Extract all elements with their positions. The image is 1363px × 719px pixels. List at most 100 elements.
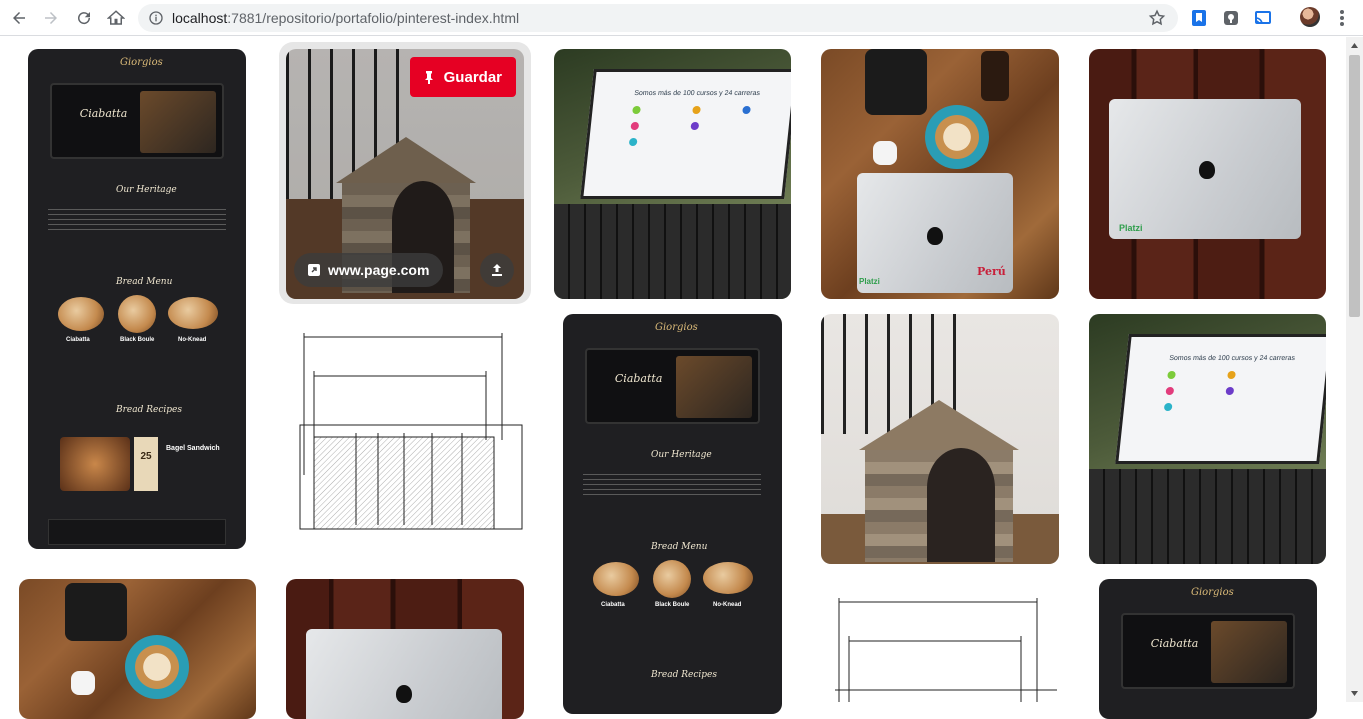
hero-banner: Ciabatta (584, 348, 761, 424)
bookmark-ext-icon[interactable] (1190, 9, 1208, 27)
source-link[interactable]: www.page.com (294, 253, 444, 287)
platzi-sticker: Platzi (859, 277, 880, 286)
address-bar[interactable]: localhost:7881/repositorio/portafolio/pi… (138, 4, 1178, 32)
share-button[interactable] (480, 253, 514, 287)
platzi-sticker: Platzi (1119, 223, 1143, 233)
heritage-heading: Our Heritage (116, 185, 177, 195)
camera-image (65, 583, 127, 641)
airpods-case (873, 141, 897, 165)
brand-logo: Giorgios (1191, 587, 1234, 598)
bread-image (168, 297, 218, 329)
bread-item-label: No-Knead (178, 337, 207, 343)
hero-title: Ciabatta (614, 372, 663, 385)
brand-logo: Giorgios (655, 322, 698, 333)
laptop-keyboard (554, 204, 791, 299)
browser-toolbar: localhost:7881/repositorio/portafolio/pi… (0, 0, 1363, 36)
scroll-down-icon[interactable] (1350, 689, 1359, 698)
bread-image (593, 562, 639, 596)
home-icon (107, 10, 125, 25)
pin-macbook-redwood[interactable] (286, 579, 524, 719)
pin-doghouse[interactable] (821, 314, 1059, 564)
pin-website-mock-2[interactable]: Giorgios Ciabatta Our Heritage Bread Men… (563, 314, 782, 714)
pin-doghouse-hovered[interactable]: Guardar www.page.com (286, 49, 524, 299)
pushpin-icon (424, 71, 433, 84)
upload-icon (492, 264, 502, 276)
course-dot (1225, 387, 1235, 395)
save-button-label: Guardar (443, 68, 502, 86)
url-host: localhost (172, 10, 228, 26)
course-dot (1167, 371, 1177, 379)
laptop-screen-headline: Somos más de 100 cursos y 24 carreras (634, 90, 761, 97)
bread-image (118, 295, 156, 333)
course-dot (632, 106, 642, 114)
pin-workspace-peru[interactable]: Platzi Perú (821, 49, 1059, 299)
reload-button[interactable] (72, 6, 96, 30)
laptop-screen: Somos más de 100 cursos y 24 carreras (1115, 334, 1326, 464)
home-button[interactable] (104, 6, 128, 30)
apple-logo-icon (1199, 161, 1215, 179)
technical-drawing-image (299, 333, 523, 530)
pin-technical-drawing-2[interactable] (821, 590, 1059, 702)
pin-macbook-platzi[interactable]: Platzi (1089, 49, 1326, 299)
page-scrollbar[interactable] (1346, 37, 1363, 702)
peru-sticker: Perú (977, 265, 1006, 278)
profile-avatar[interactable] (1300, 7, 1320, 27)
url-path: :7881/repositorio/portafolio/pinterest-i… (227, 10, 520, 26)
bread-image (703, 562, 753, 594)
course-dot (630, 122, 640, 130)
course-dot (742, 106, 752, 114)
pin-website-mock-3[interactable]: Giorgios Ciabatta (1099, 579, 1317, 719)
back-button[interactable] (7, 6, 31, 30)
bread-menu-heading: Bread Menu (651, 542, 708, 552)
macbook-lid (306, 629, 502, 719)
recipe-number: 25 (134, 437, 158, 491)
site-footer (48, 519, 226, 545)
scroll-thumb[interactable] (1349, 55, 1360, 317)
more-vert-icon[interactable] (1334, 8, 1350, 28)
star-icon[interactable] (1148, 9, 1166, 27)
pin-coffee-desk[interactable] (19, 579, 256, 719)
hero-title: Ciabatta (1150, 637, 1199, 650)
course-dot (1163, 403, 1173, 411)
brand-logo: Giorgios (120, 57, 163, 68)
heritage-heading: Our Heritage (651, 450, 712, 460)
laptop-keyboard (1089, 469, 1326, 564)
bottle-image (981, 51, 1009, 101)
bread-item-label: Ciabatta (601, 602, 625, 608)
scroll-up-icon[interactable] (1350, 41, 1359, 50)
bread-menu-heading: Bread Menu (116, 277, 173, 287)
pocket-ext-icon[interactable] (1222, 9, 1240, 27)
coffee-cup-image (125, 635, 189, 699)
course-dot (1165, 387, 1175, 395)
course-dot (692, 106, 702, 114)
pin-laptop-platzi[interactable]: Somos más de 100 cursos y 24 carreras (554, 49, 791, 299)
bread-image (653, 560, 691, 598)
hero-title: Ciabatta (79, 107, 128, 120)
pin-website-mock[interactable]: Giorgios Ciabatta Our Heritage Bread Men… (28, 49, 246, 549)
bread-recipes-heading: Bread Recipes (651, 670, 717, 680)
doghouse-door (927, 448, 995, 562)
save-button[interactable]: Guardar (409, 57, 516, 97)
course-dot (1227, 371, 1237, 379)
course-dot (628, 138, 638, 146)
source-link-text: www.page.com (328, 262, 430, 278)
apple-logo-icon (396, 685, 412, 703)
bread-recipes-heading: Bread Recipes (116, 405, 182, 415)
bread-image (58, 297, 104, 331)
cast-icon[interactable] (1254, 9, 1272, 27)
external-link-icon (308, 264, 320, 276)
info-icon[interactable] (148, 10, 164, 26)
hero-banner: Ciabatta (49, 83, 225, 159)
hero-image (676, 356, 753, 418)
url-text: localhost:7881/repositorio/portafolio/pi… (172, 10, 519, 26)
bread-item-label: Ciabatta (66, 337, 90, 343)
laptop-screen: Somos más de 100 cursos y 24 carreras (580, 69, 791, 199)
pin-technical-drawing[interactable] (286, 325, 524, 555)
apple-logo-icon (927, 227, 943, 245)
hero-image (1211, 621, 1288, 683)
course-dot (690, 122, 700, 130)
technical-drawing-image (835, 598, 1057, 702)
forward-button[interactable] (39, 6, 63, 30)
bread-item-label: Black Boule (655, 602, 690, 608)
pin-laptop-platzi-2[interactable]: Somos más de 100 cursos y 24 carreras (1089, 314, 1326, 564)
